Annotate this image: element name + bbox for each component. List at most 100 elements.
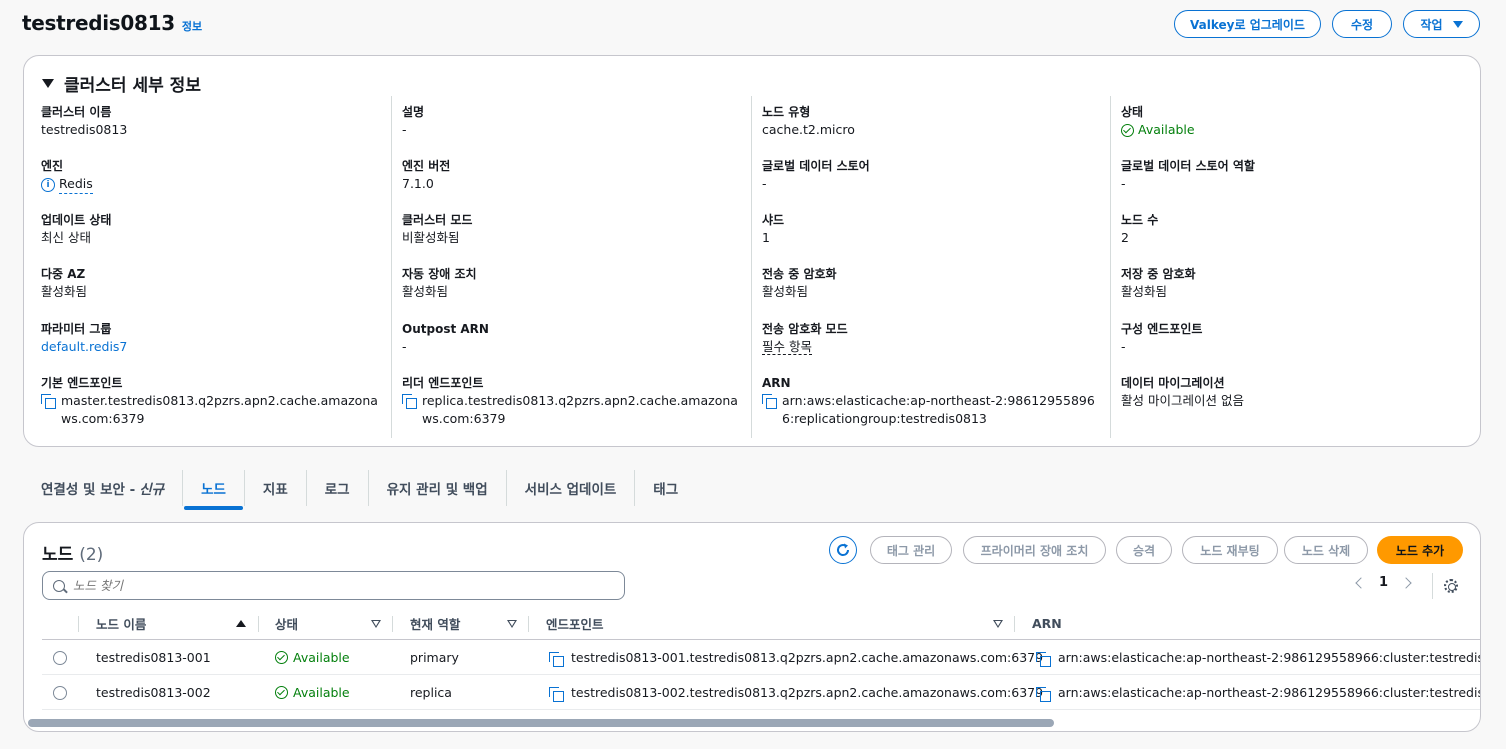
radio-button[interactable] <box>53 650 67 665</box>
info-icon: i <box>41 177 55 192</box>
field-global-datastore: 글로벌 데이터 스토어 - <box>762 157 1102 193</box>
table-row[interactable]: testredis0813-001 Available primary test… <box>42 640 1480 675</box>
field-value[interactable]: 필수 항목 <box>762 338 1102 356</box>
copy-icon[interactable] <box>762 394 777 409</box>
copy-icon[interactable] <box>1036 686 1051 702</box>
edit-button[interactable]: 수정 <box>1332 10 1392 38</box>
tab-metrics[interactable]: 지표 <box>245 470 307 506</box>
arn-text: arn:aws:elasticache:ap-northeast-2:98612… <box>1058 650 1480 665</box>
search-box[interactable] <box>42 571 625 600</box>
promote-button[interactable]: 승격 <box>1116 536 1172 564</box>
field-update-status: 업데이트 상태 최신 상태 <box>41 211 381 247</box>
field-label: Outpost ARN <box>402 322 489 336</box>
tab-label: 연결성 및 보안 - <box>41 482 136 498</box>
field-label: 노드 유형 <box>762 105 811 119</box>
field-value: 최신 상태 <box>41 230 91 245</box>
tab-logs[interactable]: 로그 <box>307 470 369 506</box>
cell-role: replica <box>410 685 452 700</box>
search-input[interactable] <box>73 578 613 593</box>
table-row[interactable]: testredis0813-002 Available replica test… <box>42 675 1480 710</box>
sort-icon[interactable] <box>507 619 517 628</box>
row-select[interactable] <box>53 675 67 710</box>
engine-link[interactable]: Redis <box>59 175 93 194</box>
column-header-endpoint[interactable]: 엔드포인트 <box>546 607 1014 640</box>
details-column-2: 설명 - 엔진 버전 7.1.0 클러스터 모드 비활성화됨 자동 장애 조치 … <box>391 96 751 438</box>
arn-text: arn:aws:elasticache:ap-northeast-2:98612… <box>782 393 1095 426</box>
details-title: 클러스터 세부 정보 <box>64 76 201 96</box>
tab-tags[interactable]: 태그 <box>635 470 696 506</box>
tab-connectivity-security[interactable]: 연결성 및 보안 - 신규 <box>23 470 184 506</box>
field-label: 구성 엔드포인트 <box>1121 322 1203 336</box>
refresh-button[interactable] <box>829 536 857 564</box>
add-node-button[interactable]: 노드 추가 <box>1377 536 1463 564</box>
tab-service-updates[interactable]: 서비스 업데이트 <box>507 470 636 506</box>
column-label: 노드 이름 <box>96 617 147 632</box>
endpoint-text: testredis0813-002.testredis0813.q2pzrs.a… <box>571 685 1044 700</box>
manage-tags-button[interactable]: 태그 관리 <box>870 536 952 564</box>
page-header: testredis0813 정보 <box>22 11 202 35</box>
field-label: 클러스터 이름 <box>41 105 112 119</box>
failover-primary-button[interactable]: 프라이머리 장애 조치 <box>963 536 1106 564</box>
column-label: 엔드포인트 <box>546 617 604 632</box>
column-divider <box>392 616 393 632</box>
field-label: 다중 AZ <box>41 267 86 281</box>
field-label: 저장 중 암호화 <box>1121 267 1196 281</box>
field-label: 엔진 <box>41 159 64 173</box>
cell-node-name: testredis0813-001 <box>96 650 211 665</box>
field-rest-encryption: 저장 중 암호화 활성화됨 <box>1121 265 1461 301</box>
sort-icon[interactable] <box>371 619 381 628</box>
radio-button[interactable] <box>53 685 67 700</box>
sort-icon[interactable] <box>993 619 1003 628</box>
chevron-right-icon[interactable] <box>1400 576 1412 589</box>
table-header: 노드 이름 상태 현재 역할 엔드포인트 ARN <box>42 607 1480 640</box>
chevron-left-icon[interactable] <box>1355 576 1367 589</box>
field-value: 활성화됨 <box>402 284 449 299</box>
field-parameter-group: 파라미터 그룹 default.redis7 <box>41 320 381 356</box>
field-value: arn:aws:elasticache:ap-northeast-2:98612… <box>762 392 1102 428</box>
cell-status: Available <box>275 640 350 675</box>
upgrade-valkey-button[interactable]: Valkey로 업그레이드 <box>1174 10 1321 38</box>
details-toggle[interactable]: 클러스터 세부 정보 <box>42 71 201 96</box>
column-header-status[interactable]: 상태 <box>275 607 392 640</box>
delete-nodes-button[interactable]: 노드 삭제 <box>1284 536 1368 564</box>
field-label: 설명 <box>402 105 425 119</box>
gear-icon[interactable] <box>1444 579 1458 593</box>
parameter-group-link[interactable]: default.redis7 <box>41 338 381 356</box>
pagination: 1 <box>1355 575 1412 590</box>
collapse-triangle-icon <box>42 79 54 88</box>
row-select[interactable] <box>53 640 67 675</box>
tab-nodes[interactable]: 노드 <box>183 470 245 510</box>
copy-icon[interactable] <box>1036 651 1051 667</box>
reboot-nodes-button[interactable]: 노드 재부팅 <box>1182 536 1278 564</box>
refresh-icon <box>837 543 850 556</box>
copy-icon[interactable] <box>41 394 56 409</box>
engine-value[interactable]: i Redis <box>41 175 381 194</box>
copy-icon[interactable] <box>402 394 417 409</box>
info-link[interactable]: 정보 <box>182 18 202 34</box>
sort-ascending-icon[interactable] <box>236 620 246 627</box>
transit-mode-text[interactable]: 필수 항목 <box>762 339 812 355</box>
field-label: 엔진 버전 <box>402 159 451 173</box>
copy-icon[interactable] <box>549 686 564 702</box>
field-label: 글로벌 데이터 스토어 <box>762 159 870 173</box>
horizontal-scrollbar[interactable] <box>28 718 1478 728</box>
cell-endpoint: testredis0813-001.testredis0813.q2pzrs.a… <box>549 640 1043 675</box>
column-header-role[interactable]: 현재 역할 <box>410 607 528 640</box>
field-value: 활성화됨 <box>41 284 88 299</box>
column-header-node-name[interactable]: 노드 이름 <box>96 607 258 640</box>
column-header-arn[interactable]: ARN <box>1032 607 1432 640</box>
field-value: - <box>402 122 407 137</box>
arn-text: arn:aws:elasticache:ap-northeast-2:98612… <box>1058 685 1480 700</box>
field-label: ARN <box>762 376 791 390</box>
details-column-3: 노드 유형 cache.t2.micro 글로벌 데이터 스토어 - 샤드 1 … <box>751 96 1111 438</box>
page-title: testredis0813 <box>22 11 175 35</box>
details-column-4: 상태 Available 글로벌 데이터 스토어 역할 - 노드 수 2 저장 … <box>1110 96 1470 438</box>
tab-maintenance-backup[interactable]: 유지 관리 및 백업 <box>369 470 507 506</box>
copy-icon[interactable] <box>549 651 564 667</box>
reader-endpoint-text: replica.testredis0813.q2pzrs.apn2.cache.… <box>422 393 738 426</box>
scrollbar-thumb[interactable] <box>28 719 1054 727</box>
page-number[interactable]: 1 <box>1379 575 1388 590</box>
actions-dropdown-button[interactable]: 작업 <box>1403 10 1480 38</box>
field-transit-encryption: 전송 중 암호화 활성화됨 <box>762 265 1102 301</box>
field-value: master.testredis0813.q2pzrs.apn2.cache.a… <box>41 392 381 428</box>
